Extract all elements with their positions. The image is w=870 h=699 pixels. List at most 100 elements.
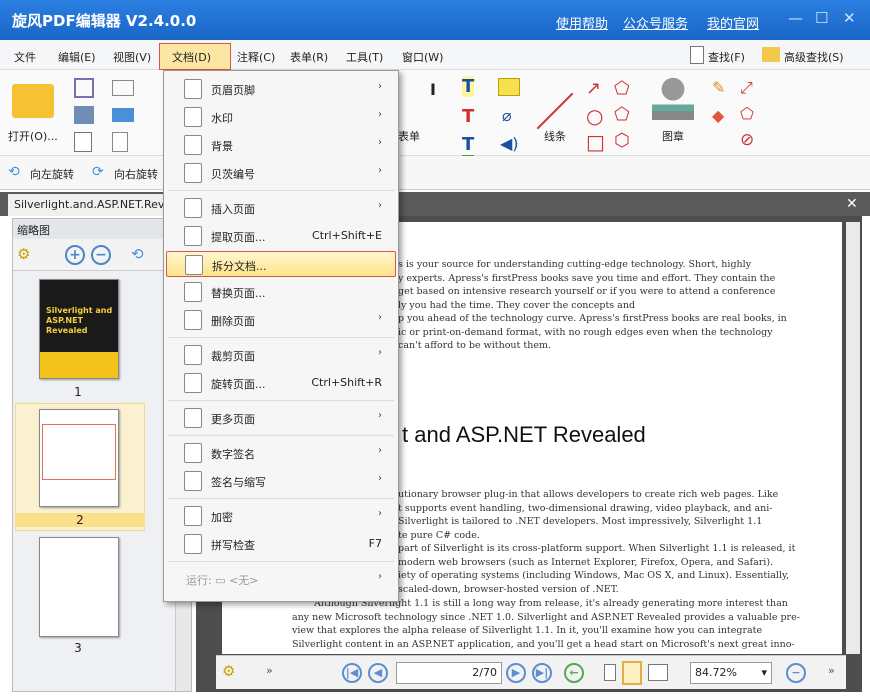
sound-icon[interactable]: ◀) bbox=[500, 134, 519, 153]
menu-item[interactable]: 删除页面 › bbox=[166, 307, 396, 333]
close-document-icon[interactable]: ✕ bbox=[846, 196, 858, 212]
arrow-tool-icon[interactable]: ↗ bbox=[586, 78, 601, 99]
redact-icon[interactable]: ⊘ bbox=[740, 130, 754, 150]
settings-gear-icon[interactable]: ⚙ bbox=[17, 245, 30, 263]
menu-item-label: 数字签名 bbox=[211, 448, 255, 461]
form-button[interactable]: 表单 bbox=[398, 128, 420, 144]
line-button[interactable]: 线条 bbox=[544, 128, 566, 144]
rotate-left-button[interactable]: 向左旋转 bbox=[30, 166, 74, 182]
attachment-icon[interactable]: ⌀ bbox=[502, 106, 512, 125]
first-page-button[interactable]: |◀ bbox=[342, 663, 362, 683]
thumbnail-page-2[interactable] bbox=[39, 409, 119, 507]
next-page-button[interactable]: ▶ bbox=[506, 663, 526, 683]
zoom-out-button[interactable]: − bbox=[786, 663, 806, 683]
wechat-service-link[interactable]: 公众号服务 bbox=[623, 13, 688, 32]
line-tool-icon[interactable] bbox=[536, 92, 574, 130]
menu-item[interactable]: 背景 › bbox=[166, 132, 396, 158]
text-line: utionary browser plug-in that allows dev… bbox=[398, 489, 779, 500]
stamp-icon[interactable] bbox=[652, 76, 694, 120]
last-page-button[interactable]: ▶| bbox=[532, 663, 552, 683]
email-icon[interactable] bbox=[112, 80, 134, 96]
menu-comment[interactable]: 注释(C) bbox=[237, 49, 275, 65]
menu-item[interactable]: 拼写检查 F7 bbox=[166, 531, 396, 557]
print-icon[interactable] bbox=[74, 106, 94, 124]
text-box-icon[interactable]: T bbox=[462, 76, 475, 97]
polygon-tool-icon[interactable]: ⬠ bbox=[614, 104, 630, 125]
menu-view[interactable]: 视图(V) bbox=[113, 49, 151, 65]
menu-item[interactable]: 拆分文档... bbox=[166, 251, 396, 277]
menu-window[interactable]: 窗口(W) bbox=[402, 49, 443, 65]
open-folder-icon[interactable] bbox=[12, 84, 54, 118]
page-number-input[interactable]: 2/70 bbox=[396, 662, 502, 684]
underline-icon[interactable]: T bbox=[462, 134, 475, 157]
menu-item[interactable]: 替换页面... bbox=[166, 279, 396, 305]
area-icon[interactable]: ⬠ bbox=[740, 104, 754, 123]
menu-item-label: 拼写检查 bbox=[211, 539, 255, 552]
menu-file[interactable]: 文件 bbox=[14, 49, 36, 65]
save-icon[interactable] bbox=[74, 78, 94, 98]
menu-item-label: 贝茨编号 bbox=[211, 168, 255, 181]
polyline-tool-icon[interactable]: ⬠ bbox=[614, 78, 630, 99]
more-options-icon[interactable]: » bbox=[266, 664, 273, 677]
scan-icon[interactable] bbox=[112, 108, 134, 122]
minimize-button[interactable]: — bbox=[788, 9, 803, 27]
rotate-right-icon: ⟳ bbox=[92, 164, 104, 180]
menu-item[interactable]: 贝茨编号 › bbox=[166, 160, 396, 186]
maximize-button[interactable]: ☐ bbox=[815, 9, 828, 27]
close-button[interactable]: ✕ bbox=[843, 9, 856, 27]
zoom-in-icon[interactable]: + bbox=[65, 245, 85, 265]
menu-item[interactable]: 水印 › bbox=[166, 104, 396, 130]
rectangle-tool-icon[interactable]: □ bbox=[586, 130, 605, 154]
advanced-find-button[interactable]: 高级查找(S) bbox=[784, 49, 844, 65]
website-link[interactable]: 我的官网 bbox=[707, 13, 759, 32]
rotate-thumb-icon[interactable]: ⟲ bbox=[131, 245, 144, 263]
menu-item[interactable]: 签名与缩写 › bbox=[166, 468, 396, 494]
open-button[interactable]: 打开(O)... bbox=[8, 128, 58, 144]
menu-item[interactable]: 裁剪页面 › bbox=[166, 342, 396, 368]
export-icon[interactable] bbox=[74, 132, 92, 152]
more-pages-icon bbox=[184, 408, 202, 428]
document-scrollbar[interactable] bbox=[846, 222, 860, 654]
previous-page-button[interactable]: ◀ bbox=[368, 663, 388, 683]
menu-item[interactable]: 提取页面... Ctrl+Shift+E bbox=[166, 223, 396, 249]
go-back-button[interactable]: ← bbox=[564, 663, 584, 683]
cloud-tool-icon[interactable]: ⬡ bbox=[614, 130, 630, 151]
settings-gear-icon[interactable]: ⚙ bbox=[222, 662, 235, 680]
menu-item[interactable]: 数字签名 › bbox=[166, 440, 396, 466]
thumbnail-page-3[interactable] bbox=[39, 537, 119, 637]
stamp-button[interactable]: 图章 bbox=[662, 128, 684, 144]
find-button[interactable]: 查找(F) bbox=[708, 49, 745, 65]
single-page-icon[interactable] bbox=[604, 664, 616, 681]
menu-tools[interactable]: 工具(T) bbox=[346, 49, 383, 65]
new-document-icon[interactable] bbox=[112, 132, 128, 152]
menu-document[interactable]: 文档(D) bbox=[159, 43, 231, 70]
menu-item[interactable]: 加密 › bbox=[166, 503, 396, 529]
text-line: p you ahead of the technology curve. Apr… bbox=[398, 313, 787, 324]
submenu-arrow-icon: › bbox=[378, 165, 382, 176]
submenu-arrow-icon: › bbox=[378, 109, 382, 120]
menu-item[interactable]: 插入页面 › bbox=[166, 195, 396, 221]
zoom-select[interactable]: 84.72% ▾ bbox=[690, 662, 772, 684]
note-icon[interactable] bbox=[498, 78, 520, 96]
help-link[interactable]: 使用帮助 bbox=[556, 13, 608, 32]
pencil-icon[interactable]: ✎ bbox=[712, 78, 725, 97]
menu-edit[interactable]: 编辑(E) bbox=[58, 49, 96, 65]
ellipse-tool-icon[interactable]: ○ bbox=[586, 104, 603, 128]
submenu-arrow-icon: › bbox=[378, 571, 382, 582]
facing-pages-icon[interactable] bbox=[648, 664, 668, 681]
document-tab[interactable]: Silverlight.and.ASP.NET.Reve bbox=[8, 194, 168, 216]
menu-item[interactable]: 更多页面 › bbox=[166, 405, 396, 431]
menu-item[interactable]: 页眉页脚 › bbox=[166, 76, 396, 102]
text-field-icon[interactable]: I bbox=[430, 80, 436, 99]
eraser-icon[interactable]: ◆ bbox=[712, 106, 724, 125]
menu-item[interactable]: 旋转页面... Ctrl+Shift+R bbox=[166, 370, 396, 396]
strikethrough-icon[interactable]: T bbox=[462, 106, 474, 127]
thumbnail-page-1[interactable]: Silverlight and ASP.NET Revealed bbox=[39, 279, 119, 379]
measure-icon[interactable]: ⤢ bbox=[740, 78, 753, 98]
zoom-out-icon[interactable]: − bbox=[91, 245, 111, 265]
more-options-icon[interactable]: » bbox=[828, 664, 835, 677]
rotate-right-button[interactable]: 向右旋转 bbox=[114, 166, 158, 182]
crop-page-icon bbox=[184, 345, 202, 365]
menu-form[interactable]: 表单(R) bbox=[290, 49, 328, 65]
continuous-page-icon[interactable] bbox=[622, 661, 642, 685]
